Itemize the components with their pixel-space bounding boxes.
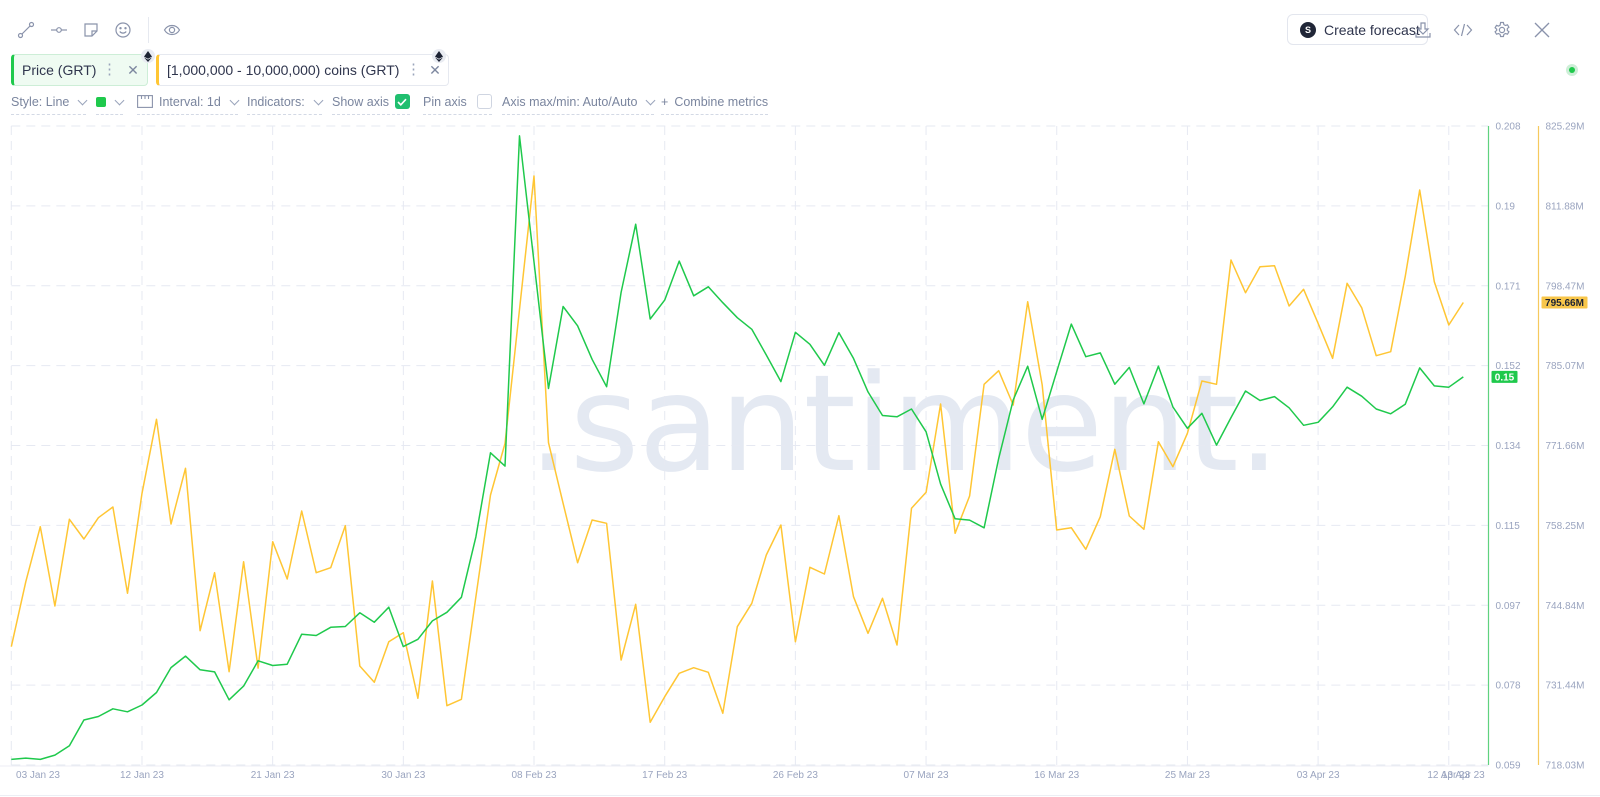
chart-tick-labels: 0.208 0.19 0.171 0.152 0.134 0.115 0.097 0.078 0… — [16, 122, 1584, 782]
coins-tick-label: 785.07M — [1546, 361, 1585, 372]
coins-line — [10, 175, 1464, 724]
price-tick-label: 0.078 — [1496, 681, 1521, 692]
price-tick-label: 0.208 — [1496, 122, 1521, 133]
coins-tick-label: 771.66M — [1546, 441, 1585, 452]
price-tick-label: 0.059 — [1496, 761, 1521, 772]
x-tick-label: 26 Feb 23 — [773, 770, 818, 781]
x-tick-label: 30 Jan 23 — [381, 770, 425, 781]
coins-tick-label: 798.47M — [1546, 281, 1585, 292]
x-tick-label: 12 Jan 23 — [120, 770, 164, 781]
x-tick-label: 13 Apr 23 — [1442, 770, 1485, 781]
price-tick-label: 0.097 — [1496, 601, 1521, 612]
coins-tick-label: 731.44M — [1546, 681, 1585, 692]
price-tick-label: 0.19 — [1496, 201, 1516, 212]
price-tick-label: 0.115 — [1496, 521, 1521, 532]
x-tick-label: 17 Feb 23 — [642, 770, 687, 781]
x-tick-label: 03 Apr 23 — [1297, 770, 1340, 781]
price-tick-label: 0.152 — [1496, 361, 1521, 372]
coins-tick-label: 744.84M — [1546, 601, 1585, 612]
chart-axes — [0, 126, 1600, 796]
chart-series — [10, 135, 1464, 761]
price-tick-label: 0.171 — [1496, 281, 1521, 292]
price-tick-label: 0.134 — [1496, 441, 1521, 452]
chart-canvas[interactable]: 0.208 0.19 0.171 0.152 0.134 0.115 0.097 0.078 0… — [0, 0, 1600, 797]
x-tick-label: 16 Mar 23 — [1034, 770, 1079, 781]
x-tick-label: 25 Mar 23 — [1165, 770, 1210, 781]
coins-tick-label: 825.29M — [1546, 122, 1585, 133]
coins-tick-label: 758.25M — [1546, 521, 1585, 532]
chart-grid — [10, 125, 1489, 766]
price-line — [11, 135, 1464, 761]
coins-tick-label: 718.03M — [1546, 761, 1585, 772]
coins-last-value-label: 795.66M — [1545, 298, 1584, 309]
x-tick-label: 07 Mar 23 — [904, 770, 949, 781]
price-last-value-label: 0.15 — [1495, 372, 1515, 383]
x-tick-label: 21 Jan 23 — [251, 770, 295, 781]
x-tick-label: 03 Jan 23 — [16, 770, 60, 781]
coins-tick-label: 811.88M — [1546, 201, 1584, 212]
x-tick-label: 08 Feb 23 — [511, 770, 556, 781]
